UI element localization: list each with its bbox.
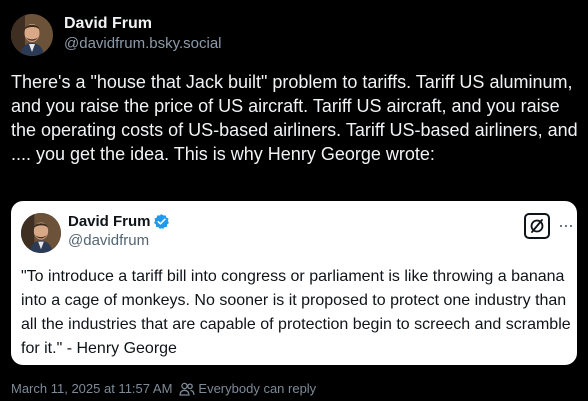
post-timestamp[interactable]: March 11, 2025 at 11:57 AM — [11, 381, 172, 396]
embed-author-handle: @davidfrum — [68, 232, 150, 249]
embed-author-name: David Frum — [68, 213, 151, 230]
more-options-icon: ··· — [558, 215, 574, 235]
embed-quote-text: "To introduce a tariff bill into congres… — [21, 268, 571, 357]
people-icon — [179, 382, 196, 396]
reply-setting: Everybody can reply — [198, 381, 317, 396]
post: David Frum @davidfrum.bsky.social There'… — [0, 0, 588, 401]
post-text: There's a "house that Jack built" proble… — [11, 72, 578, 164]
embedded-post-image[interactable]: David Frum @davidfrum ··· "To introduce … — [11, 201, 577, 365]
author-name[interactable]: David Frum — [64, 15, 152, 33]
author-avatar[interactable] — [11, 14, 53, 56]
platform-logo-icon — [524, 213, 550, 239]
post-meta: March 11, 2025 at 11:57 AM Everybody can… — [11, 381, 316, 396]
author-handle[interactable]: @davidfrum.bsky.social — [64, 35, 222, 52]
verified-badge-icon — [154, 214, 169, 229]
embed-avatar — [21, 213, 61, 253]
